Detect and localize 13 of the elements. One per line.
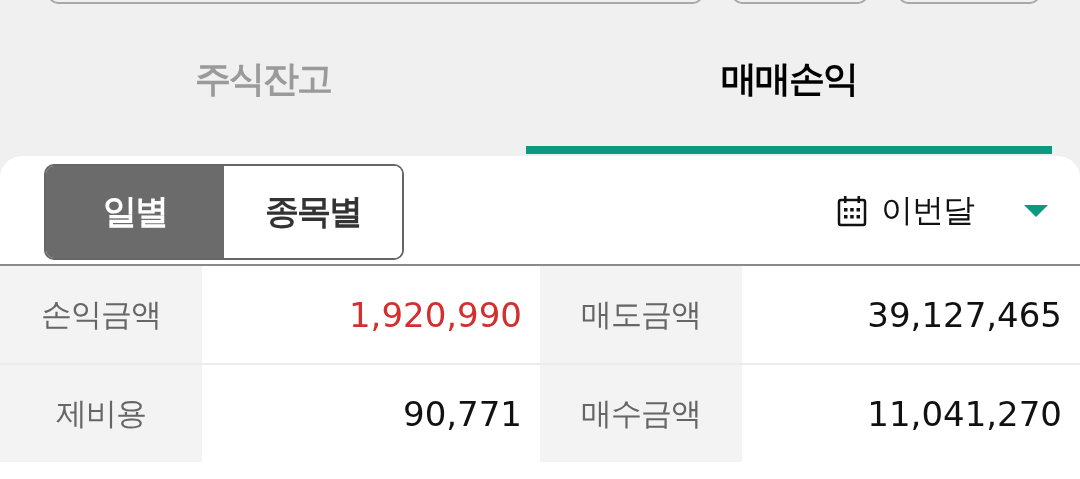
- toggle-option[interactable]: 일별: [46, 166, 224, 258]
- period-value: 이번달: [881, 190, 974, 231]
- value-cell: 11,041,270: [742, 365, 1080, 462]
- label-cell: 매도금액: [540, 266, 742, 363]
- value-cell: 39,127,465: [742, 266, 1080, 363]
- label-cell: 손익금액: [0, 266, 202, 363]
- period-dropdown[interactable]: 이번달: [837, 189, 1048, 233]
- value-cell: 90,771: [202, 365, 540, 462]
- value-cell: 1,920,990: [202, 266, 540, 363]
- label-cell: 매수금액: [540, 365, 742, 462]
- caret-icon: [1024, 205, 1048, 217]
- calendar-icon: [837, 195, 867, 227]
- label-cell: 제비용: [0, 365, 202, 462]
